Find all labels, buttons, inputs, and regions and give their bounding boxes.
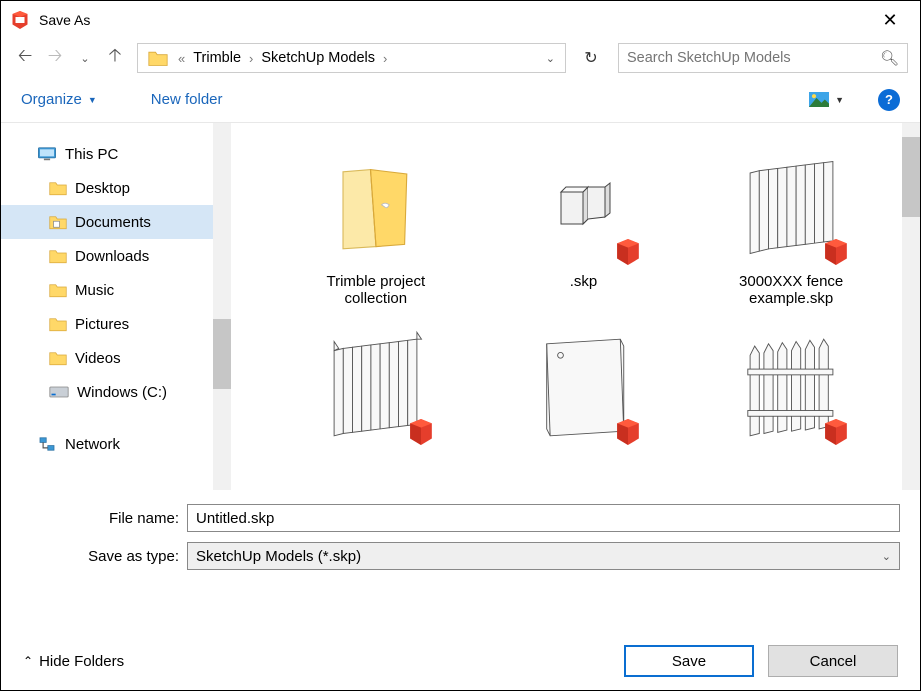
- tree-label: Videos: [75, 350, 121, 367]
- picket-fence-thumbnail: [727, 323, 855, 451]
- refresh-button[interactable]: ↻: [576, 43, 606, 73]
- file-item-fence1[interactable]: 3000XXX fence example.skp: [702, 143, 880, 313]
- sidebar-scrollbar-thumb[interactable]: [213, 319, 231, 389]
- tree-item-videos[interactable]: Videos: [1, 341, 231, 375]
- fence-panel-thumbnail: [519, 323, 647, 451]
- file-item-fence4[interactable]: [702, 323, 880, 490]
- search-box[interactable]: 🔍︎: [618, 43, 908, 73]
- drive-icon: [49, 385, 69, 399]
- sidebar-scrollbar-track[interactable]: [213, 123, 231, 490]
- filename-input[interactable]: [187, 504, 900, 532]
- tree-item-this-pc[interactable]: This PC: [1, 137, 231, 171]
- folder-thumbnail: [312, 143, 440, 271]
- help-button[interactable]: ?: [878, 89, 900, 111]
- file-item-fence2[interactable]: [287, 323, 465, 490]
- form-area: File name: Save as type: SketchUp Models…: [1, 490, 920, 570]
- new-folder-label: New folder: [151, 91, 223, 108]
- file-label: Trimble project collection: [301, 273, 451, 313]
- breadcrumb-item[interactable]: Trimble: [189, 48, 245, 68]
- save-label: Save: [672, 653, 706, 670]
- tree-label: This PC: [65, 146, 118, 163]
- files-area: Trimble project collection .skp: [231, 123, 920, 490]
- recent-dropdown[interactable]: ⌄: [73, 46, 97, 70]
- chevron-right-icon: ›: [249, 51, 253, 66]
- skp-badge-icon: [823, 419, 849, 445]
- folder-icon: [148, 49, 168, 67]
- skp-badge-icon: [823, 239, 849, 265]
- filename-label: File name:: [21, 510, 187, 527]
- tree-label: Music: [75, 282, 114, 299]
- hide-folders-label: Hide Folders: [39, 653, 124, 670]
- view-menu[interactable]: ▼: [809, 92, 844, 107]
- close-button[interactable]: ✕: [870, 10, 910, 31]
- file-label: .skp: [570, 273, 598, 313]
- back-button[interactable]: 🡠: [13, 46, 37, 70]
- fence-thumbnail: [727, 143, 855, 271]
- pc-icon: [37, 147, 57, 161]
- skp-badge-icon: [615, 419, 641, 445]
- tree-item-music[interactable]: Music: [1, 273, 231, 307]
- content-area: This PC Desktop Documents Downloads Musi…: [1, 123, 920, 490]
- network-icon: [37, 437, 57, 451]
- forward-button[interactable]: 🡢: [43, 46, 67, 70]
- skp-thumbnail: [519, 143, 647, 271]
- search-input[interactable]: [627, 50, 880, 66]
- title-bar: Save As ✕: [1, 1, 920, 39]
- folder-icon: [49, 316, 67, 332]
- tree-item-network[interactable]: Network: [1, 427, 231, 461]
- fence-thumbnail: [312, 323, 440, 451]
- file-item-folder[interactable]: Trimble project collection: [287, 143, 465, 313]
- breadcrumb-root-icon: «: [178, 51, 185, 66]
- tree-label: Documents: [75, 214, 151, 231]
- tree-item-pictures[interactable]: Pictures: [1, 307, 231, 341]
- cancel-button[interactable]: Cancel: [768, 645, 898, 677]
- tree-label: Downloads: [75, 248, 149, 265]
- organize-label: Organize: [21, 91, 82, 108]
- skp-badge-icon: [615, 239, 641, 265]
- navigation-bar: 🡠 🡢 ⌄ 🡡 « Trimble › SketchUp Models › ⌄ …: [1, 39, 920, 77]
- files-scrollbar-thumb[interactable]: [902, 137, 920, 217]
- chevron-right-icon: ›: [383, 51, 387, 66]
- image-icon: [809, 92, 829, 107]
- tree-item-desktop[interactable]: Desktop: [1, 171, 231, 205]
- folder-icon: [49, 248, 67, 264]
- breadcrumb-item[interactable]: SketchUp Models: [257, 48, 379, 68]
- filetype-label: Save as type:: [21, 548, 187, 565]
- tree-label: Pictures: [75, 316, 129, 333]
- sketchup-app-icon: [11, 11, 29, 29]
- organize-menu[interactable]: Organize ▼: [21, 91, 97, 108]
- filetype-value: SketchUp Models (*.skp): [196, 548, 361, 565]
- caret-down-icon: ▼: [835, 95, 844, 105]
- address-dropdown-icon[interactable]: ⌄: [546, 52, 555, 65]
- tree-item-windows-c[interactable]: Windows (C:): [1, 375, 231, 409]
- address-bar[interactable]: « Trimble › SketchUp Models › ⌄: [137, 43, 566, 73]
- skp-badge-icon: [408, 419, 434, 445]
- footer: ⌃ Hide Folders Save Cancel: [1, 632, 920, 690]
- tree-label: Desktop: [75, 180, 130, 197]
- file-item-skp[interactable]: .skp: [495, 143, 673, 313]
- file-item-fence3[interactable]: [495, 323, 673, 490]
- chevron-down-icon: ⌄: [882, 550, 891, 563]
- save-button[interactable]: Save: [624, 645, 754, 677]
- hide-folders-button[interactable]: ⌃ Hide Folders: [23, 653, 124, 670]
- chevron-up-icon: ⌃: [23, 654, 33, 668]
- file-label: 3000XXX fence example.skp: [716, 273, 866, 313]
- filetype-select[interactable]: SketchUp Models (*.skp) ⌄: [187, 542, 900, 570]
- documents-icon: [49, 214, 67, 230]
- search-icon[interactable]: 🔍︎: [880, 49, 899, 67]
- window-title: Save As: [39, 12, 870, 28]
- folder-icon: [49, 350, 67, 366]
- sidebar: This PC Desktop Documents Downloads Musi…: [1, 123, 231, 490]
- tree-label: Windows (C:): [77, 384, 167, 401]
- cancel-label: Cancel: [810, 653, 857, 670]
- folder-icon: [49, 282, 67, 298]
- tree-item-downloads[interactable]: Downloads: [1, 239, 231, 273]
- tree-item-documents[interactable]: Documents: [1, 205, 231, 239]
- toolbar: Organize ▼ New folder ▼ ?: [1, 77, 920, 123]
- folder-icon: [49, 180, 67, 196]
- new-folder-button[interactable]: New folder: [151, 91, 223, 108]
- tree-label: Network: [65, 436, 120, 453]
- up-button[interactable]: 🡡: [103, 46, 127, 70]
- caret-down-icon: ▼: [88, 95, 97, 105]
